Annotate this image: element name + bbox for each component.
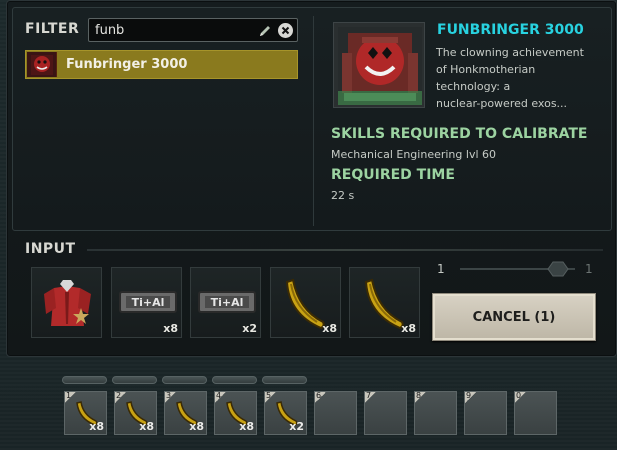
search-input[interactable] — [95, 21, 245, 39]
funbringer-thumbnail-icon — [27, 52, 57, 77]
required-time-value: 22 s — [331, 189, 355, 202]
hotbar-slot-3[interactable]: 3 x8 — [164, 391, 207, 435]
quantity-min-label: 1 — [437, 262, 445, 276]
hotbar-slot-7[interactable]: 7 — [364, 391, 407, 435]
slider-handle-icon[interactable] — [546, 260, 570, 278]
slot-count: x8 — [401, 322, 416, 335]
hotbar-slot-9[interactable]: 9 — [464, 391, 507, 435]
skills-required-heading: SKILLS REQUIRED TO CALIBRATE — [331, 126, 588, 142]
required-time-heading: REQUIRED TIME — [331, 167, 455, 183]
clear-search-icon[interactable] — [277, 22, 294, 39]
recipe-list-item[interactable]: Funbringer 3000 — [25, 50, 298, 79]
funbringer-exosuit-icon — [333, 22, 425, 108]
skills-required-value: Mechanical Engineering lvl 60 — [331, 148, 496, 161]
hotbar-tab[interactable] — [262, 376, 307, 384]
hotbar-slot-8[interactable]: 8 — [414, 391, 457, 435]
input-slot[interactable]: x8 — [270, 267, 341, 338]
hotbar-slot-1[interactable]: 1 x8 — [64, 391, 107, 435]
slot-count: x8 — [163, 322, 178, 335]
input-slot[interactable]: x8 — [349, 267, 420, 338]
slot-count: x8 — [139, 420, 154, 433]
hotbar-tab[interactable] — [212, 376, 257, 384]
hotbar-slot-0[interactable]: 0 — [514, 391, 557, 435]
item-description: The clowning achievement of Honkmotheria… — [436, 46, 584, 110]
slot-count: x8 — [239, 420, 254, 433]
clown-suit-icon — [44, 280, 91, 326]
hotbar-slot-4[interactable]: 4 x8 — [214, 391, 257, 435]
hotbar-slot-5[interactable]: 5 x2 — [264, 391, 307, 435]
slot-count: x2 — [242, 322, 257, 335]
slot-count: x8 — [189, 420, 204, 433]
hotbar-slot-number: 8 — [415, 392, 426, 403]
hotbar-slot-2[interactable]: 2 x8 — [114, 391, 157, 435]
panel-divider — [313, 16, 314, 226]
filter-label: FILTER — [25, 21, 80, 37]
search-box — [88, 18, 298, 42]
recipe-list-item-label: Funbringer 3000 — [66, 57, 188, 72]
hotbar-tab[interactable] — [112, 376, 157, 384]
svg-text:Ti+Al: Ti+Al — [132, 296, 165, 309]
cancel-button[interactable]: CANCEL (1) — [432, 293, 596, 341]
hotbar-tab[interactable] — [162, 376, 207, 384]
input-divider — [87, 249, 603, 251]
input-slot[interactable]: Ti+Al x8 — [111, 267, 182, 338]
hotbar-slot-6[interactable]: 6 — [314, 391, 357, 435]
quantity-max-label: 1 — [585, 262, 593, 276]
hotbar-slot-number: 6 — [315, 392, 326, 403]
hotbar-slot-number: 7 — [365, 392, 376, 403]
slot-count: x2 — [289, 420, 304, 433]
item-title: FUNBRINGER 3000 — [437, 22, 584, 38]
hotbar-slot-number: 9 — [465, 392, 476, 403]
slot-count: x8 — [322, 322, 337, 335]
hotbar-slot-number: 0 — [515, 392, 526, 403]
pencil-icon[interactable] — [257, 23, 273, 39]
input-slot[interactable] — [31, 267, 102, 338]
input-label: INPUT — [25, 241, 76, 257]
slot-count: x8 — [89, 420, 104, 433]
input-slot[interactable]: Ti+Al x2 — [190, 267, 261, 338]
hotbar-tab[interactable] — [62, 376, 107, 384]
svg-text:Ti+Al: Ti+Al — [211, 296, 244, 309]
